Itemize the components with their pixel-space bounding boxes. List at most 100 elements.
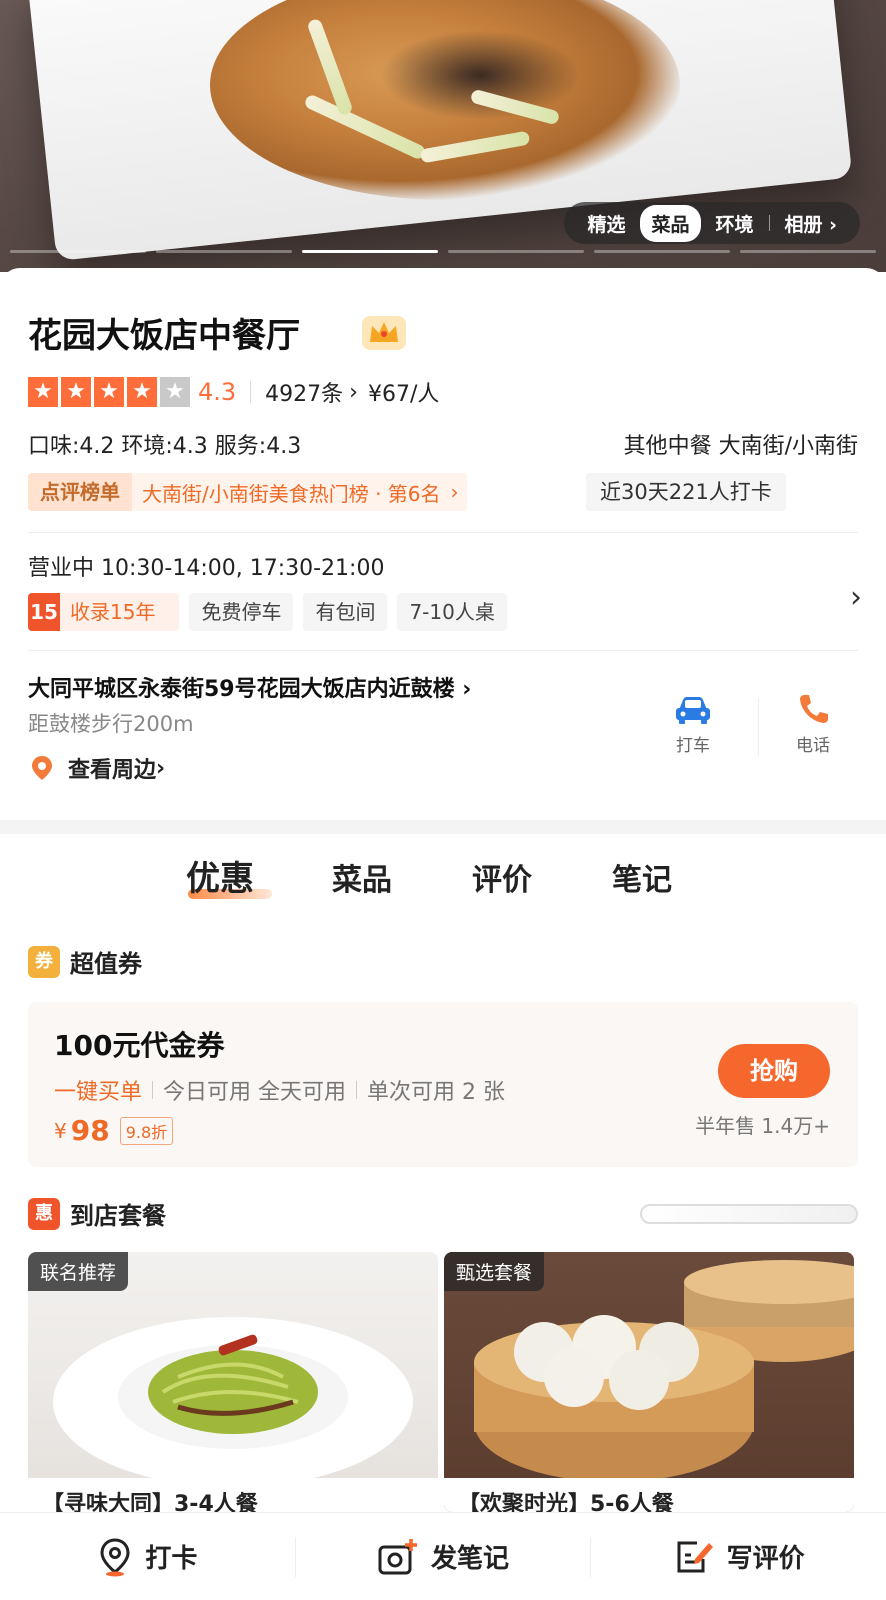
phone-button[interactable]: 电话 [778, 692, 848, 756]
write-review-button[interactable]: 写评价 [591, 1537, 886, 1577]
camera-plus-icon [378, 1538, 417, 1574]
sold-count: 半年售 1.4万+ [695, 1114, 830, 1138]
phone-label: 电话 [796, 736, 830, 756]
category-area: 其他中餐 大南街/小南街 [623, 434, 858, 459]
hero-gallery-tabs: 精选 菜品 环境 相册 › [564, 202, 860, 244]
address-text: 大同平城区永泰街59号花园大饭店内近鼓楼 [28, 677, 455, 702]
slide-dot [448, 250, 584, 253]
post-note-button[interactable]: 发笔记 [296, 1537, 591, 1577]
buy-button[interactable]: 抢购 [718, 1044, 830, 1098]
voucher-tag-availability: 今日可用 全天可用 [163, 1080, 347, 1105]
star-filled-icon: ★ [61, 377, 91, 407]
voucher-title: 100元代金券 [54, 1029, 225, 1062]
package-scrollbar[interactable] [640, 1204, 858, 1224]
voucher-tag-quickpay: 一键买单 [54, 1080, 143, 1105]
location-pin-icon [100, 1537, 130, 1576]
chevron-right-icon: › [349, 379, 358, 405]
package-title: 【寻味大同】3-4人餐 [28, 1478, 438, 1512]
voucher-price: ¥ 98 9.8折 [54, 1114, 174, 1147]
star-filled-icon: ★ [94, 377, 124, 407]
rating-score: 4.3 [198, 378, 237, 406]
rating-row[interactable]: ★ ★ ★ ★ ★ 4.3 4927条 › ¥67/人 [28, 376, 439, 408]
location-pin-icon [32, 756, 52, 780]
slide-dot [740, 250, 876, 253]
package-badge: 甄选套餐 [444, 1252, 545, 1291]
voucher-section-header: 券 超值券 [28, 944, 142, 979]
nearby-link[interactable]: 查看周边 › [28, 752, 165, 784]
tag-private-room: 有包间 [303, 593, 388, 631]
years-tag: 15 收录15年 [28, 593, 180, 631]
dumpling-steamer-image [474, 1260, 854, 1482]
slide-dot [156, 250, 292, 253]
divider [250, 381, 252, 403]
package-card[interactable]: 联名推荐 【寻味大同】3-4人餐 [28, 1252, 438, 1512]
voucher-tag-limit: 单次可用 2 张 [367, 1080, 505, 1105]
address[interactable]: 大同平城区永泰街59号花园大饭店内近鼓楼 › [28, 671, 471, 703]
edit-review-icon [677, 1541, 713, 1572]
taxi-button[interactable]: 打车 [658, 692, 728, 756]
checkin-label: 打卡 [145, 1544, 198, 1574]
tab-dishes[interactable]: 菜品 [332, 855, 392, 899]
checkin-count[interactable]: 近30天221人打卡 [586, 473, 786, 511]
main-tabs: 优惠 菜品 评价 笔记 [0, 855, 886, 915]
write-review-label: 写评价 [726, 1544, 805, 1574]
hero-tab-dishes[interactable]: 菜品 [640, 204, 701, 242]
package-section-title: 到店套餐 [70, 1202, 166, 1230]
review-count[interactable]: 4927条 [265, 376, 343, 408]
food-shadow [380, 30, 580, 120]
divider [356, 1081, 358, 1099]
package-section-header: 惠 到店套餐 [28, 1196, 166, 1231]
divider [768, 215, 770, 231]
voucher-card[interactable]: 100元代金券 一键买单 今日可用 全天可用 单次可用 2 张 ¥ 98 9.8… [28, 1002, 858, 1167]
section-gap [0, 820, 886, 834]
chevron-right-icon[interactable]: › [850, 580, 862, 615]
ranking-banner[interactable]: 点评榜单 大南街/小南街美食热门榜 · 第6名 › [28, 473, 467, 511]
price-value: 98 [70, 1114, 110, 1147]
post-note-label: 发笔记 [431, 1544, 510, 1574]
tab-deals[interactable]: 优惠 [186, 851, 254, 900]
package-icon: 惠 [28, 1197, 60, 1230]
divider [758, 698, 759, 756]
package-title: 【欢聚时光】5-6人餐 [444, 1478, 854, 1512]
discount-badge: 9.8折 [119, 1116, 174, 1145]
bottom-action-bar: 打卡 发笔记 写评价 [0, 1512, 886, 1600]
tag-table-size: 7-10人桌 [397, 593, 507, 631]
divider [28, 532, 858, 533]
shop-name: 花园大饭店中餐厅 [28, 316, 300, 356]
tab-reviews[interactable]: 评价 [472, 855, 532, 899]
voucher-section-title: 超值券 [70, 950, 142, 978]
hero-tab-environment[interactable]: 环境 [705, 205, 765, 242]
ranking-tag: 点评榜单 [28, 473, 132, 511]
years-text: 收录15年 [70, 600, 156, 624]
chevron-right-icon: › [829, 213, 837, 236]
business-hours: 营业中 10:30-14:00, 17:30-21:00 [28, 556, 385, 581]
star-filled-icon: ★ [127, 377, 157, 407]
currency-symbol: ¥ [54, 1118, 67, 1143]
voucher-terms: 一键买单 今日可用 全天可用 单次可用 2 张 [54, 1074, 505, 1106]
divider [152, 1081, 154, 1099]
years-badge: 15 [28, 593, 60, 631]
noodle-dish-image [53, 1317, 413, 1487]
car-icon [676, 697, 710, 724]
hero-photo[interactable]: 精选 菜品 环境 相册 › [0, 0, 886, 272]
star-empty-icon: ★ [160, 377, 190, 407]
checkin-button[interactable]: 打卡 [0, 1537, 295, 1577]
slide-indicator [0, 250, 886, 253]
sub-scores: 口味:4.2 环境:4.3 服务:4.3 [28, 434, 302, 459]
voucher-icon: 券 [28, 945, 60, 978]
shop-info-card: 花园大饭店中餐厅 ★ ★ ★ ★ ★ 4.3 4927条 › ¥67/人 口味:4.2 … [0, 268, 886, 820]
slide-dot [594, 250, 730, 253]
slide-dot [10, 250, 146, 253]
feature-tags: 15 收录15年 免费停车 有包间 7-10人桌 [28, 593, 507, 631]
package-card[interactable]: 甄选套餐 【欢聚时光】5-6人餐 [444, 1252, 854, 1512]
tag-parking: 免费停车 [189, 593, 294, 631]
slide-dot [302, 250, 438, 253]
hero-tab-album-label: 相册 [784, 213, 823, 236]
tab-notes[interactable]: 笔记 [612, 855, 672, 899]
phone-icon [800, 695, 828, 723]
hero-tab-album[interactable]: 相册 › [774, 205, 848, 242]
crown-icon [362, 316, 406, 350]
chevron-right-icon: › [450, 480, 459, 504]
hero-tab-featured[interactable]: 精选 [576, 205, 636, 242]
star-filled-icon: ★ [28, 377, 58, 407]
